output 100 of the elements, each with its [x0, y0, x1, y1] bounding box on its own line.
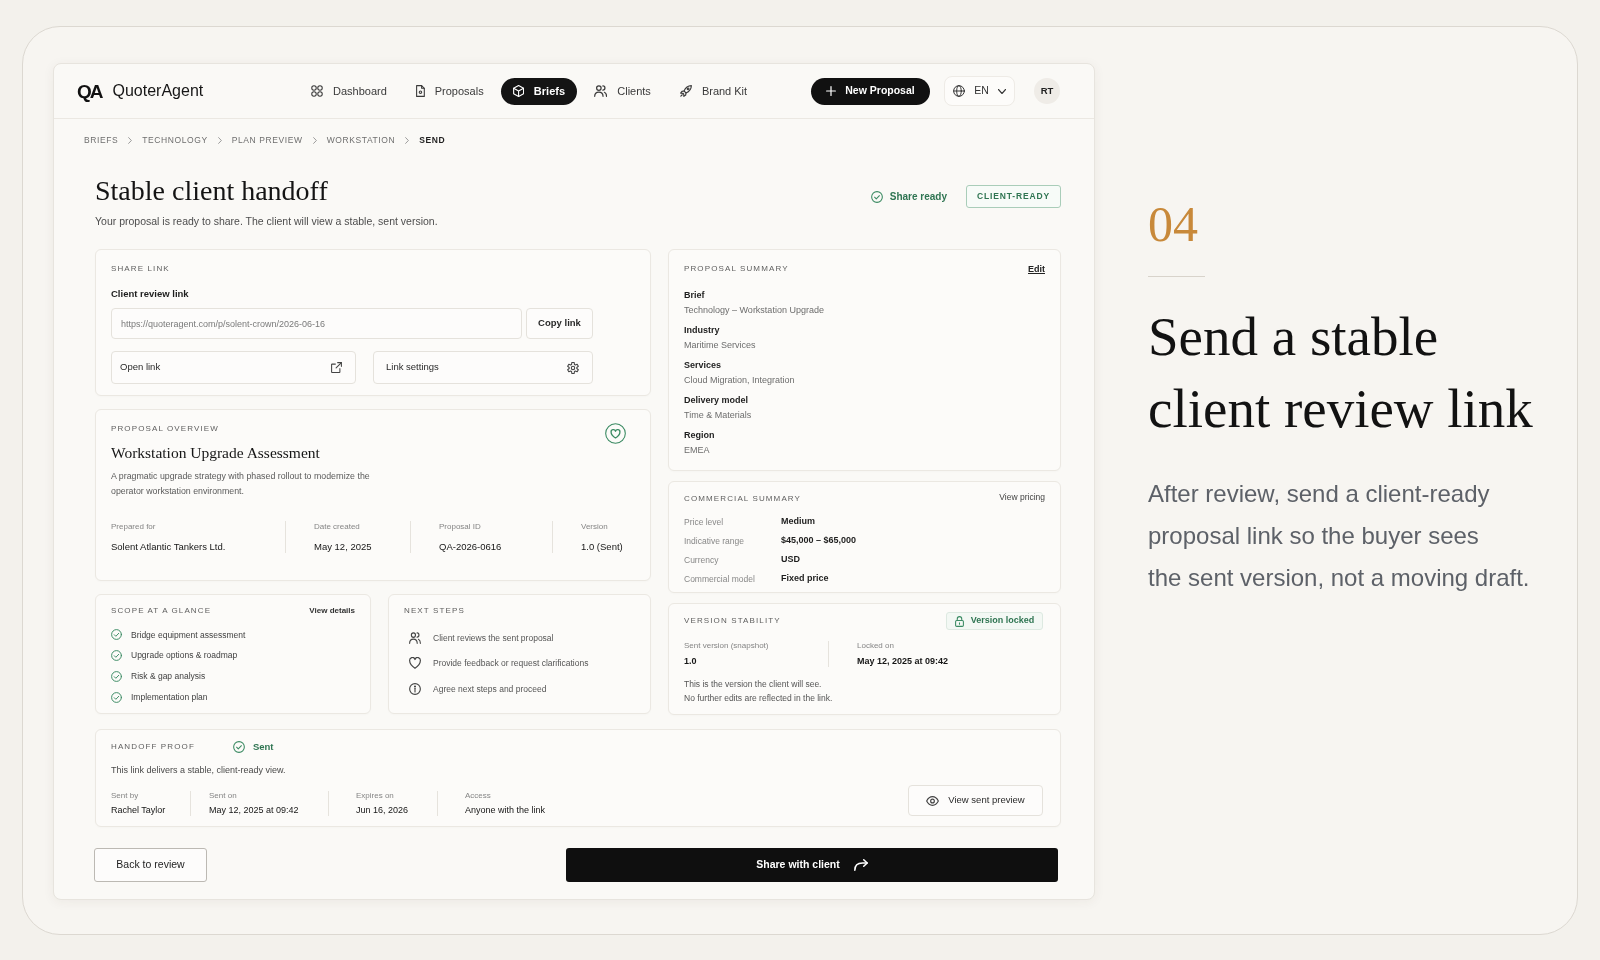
chevron-right-icon [217, 137, 222, 145]
field-value: Technology – Workstation Upgrade [684, 304, 825, 316]
meta-value: Solent Atlantic Tankers Ltd. [111, 541, 227, 553]
info-icon [409, 682, 421, 695]
field-value: Cloud Migration, Integration [684, 374, 796, 386]
nav-tab[interactable]: Dashboard [299, 77, 399, 105]
field-value: Medium [781, 515, 815, 529]
field-value: $45,000 – $65,000 [781, 534, 857, 548]
field-value: EMEA [684, 444, 711, 456]
meta-label: Access [465, 791, 492, 801]
next-step-text: Client reviews the sent proposal [433, 631, 554, 645]
users-icon [409, 631, 421, 644]
field-value: Time & Materials [684, 409, 753, 421]
nav-tab[interactable]: Briefs [500, 77, 578, 105]
share-arrow-icon [853, 859, 868, 871]
plus-icon [826, 86, 837, 96]
meta-label: Proposal ID [439, 521, 482, 532]
status-text: Version locked [970, 614, 1035, 628]
new-proposal-button[interactable]: New Proposal [811, 77, 930, 105]
status-text: Share ready [889, 190, 947, 204]
status-text: Sent [252, 739, 274, 754]
field-label: Industry [684, 324, 721, 336]
section-label: HANDOFF PROOF [111, 742, 195, 752]
nav-tab[interactable]: Clients [582, 77, 663, 105]
chevron-right-icon [128, 137, 133, 145]
note-text: This is the version the client will see. [684, 678, 823, 691]
note-text: No further edits are reflected in the link. [684, 692, 834, 705]
proposal-description: A pragmatic upgrade strategy with phased rollout to modernize the operator workstation environment. [111, 470, 371, 498]
handoff-text: This link delivers a stable, client-ready view. [111, 764, 287, 776]
view-details-link[interactable]: View details [309, 606, 355, 616]
open-link-button[interactable]: Open link [111, 351, 356, 384]
section-label: VERSION STABILITY [684, 616, 781, 626]
meta-label: Expires on [356, 791, 395, 801]
field-value: Fixed price [781, 572, 829, 586]
meta-value: 1.0 [684, 655, 698, 667]
meta-label: Sent by [111, 791, 140, 801]
section-label: NEXT STEPS [404, 606, 466, 616]
meta-label: Prepared for [111, 521, 157, 532]
settings-icon [567, 361, 579, 374]
section-label: PROPOSAL OVERVIEW [111, 423, 219, 434]
field-label: Price level [684, 515, 725, 529]
page-subtitle: Your proposal is ready to share. The client will view a stable, sent version. [95, 214, 438, 228]
field-label: Currency [684, 553, 720, 567]
field-label: Services [684, 359, 723, 371]
meta-label: Locked on [857, 641, 895, 651]
view-pricing-link[interactable]: View pricing [999, 492, 1045, 502]
meta-value: Rachel Taylor [111, 804, 167, 816]
section-label: COMMERCIAL SUMMARY [684, 494, 802, 504]
breadcrumb-link[interactable]: WORKSTATION [326, 135, 396, 147]
eye-icon [926, 795, 940, 806]
next-step-text: Provide feedback or request clarifications [433, 657, 589, 670]
language-selector[interactable]: EN [944, 76, 1015, 106]
brand-name: QuoterAgent [112, 83, 204, 99]
link-settings-button[interactable]: Link settings [373, 351, 593, 384]
lock-icon [954, 615, 964, 627]
meta-value: May 12, 2025 [314, 541, 373, 553]
scope-item: Risk & gap analysis [131, 669, 206, 683]
cube-icon [512, 85, 524, 97]
grid-icon [311, 85, 323, 97]
edit-link[interactable]: Edit [1028, 264, 1045, 274]
user-avatar[interactable]: RT [1034, 78, 1060, 104]
feature-description: After review, send a client-ready proposal link so the buyer sees the sent version, not a moving draft. [1148, 479, 1531, 593]
check-circle-icon [870, 190, 883, 203]
meta-value: QA-2026-0616 [439, 541, 503, 553]
proposal-title: Workstation Upgrade Assessment [111, 443, 321, 463]
field-value: USD [781, 553, 800, 567]
breadcrumb-link[interactable]: TECHNOLOGY [142, 135, 208, 147]
field-label: Indicative range [684, 534, 745, 548]
meta-label: Sent version (snapshot) [684, 641, 770, 651]
check-circle-icon [232, 741, 245, 753]
globe-icon [953, 85, 966, 97]
caret-icon [997, 88, 1006, 94]
back-to-review-button[interactable]: Back to review [94, 848, 207, 882]
users-icon [594, 85, 608, 97]
breadcrumb-link[interactable]: PLAN PREVIEW [231, 135, 303, 147]
nav-tab[interactable]: Brand Kit [667, 77, 760, 105]
copy-link-button[interactable]: Copy link [526, 308, 593, 339]
meta-label: Date created [314, 521, 361, 532]
link-field[interactable]: https://quoteragent.com/p/solent-crown/2026-06-16 [111, 308, 522, 339]
field-label: Region [684, 429, 716, 441]
view-sent-preview-button[interactable]: View sent preview [908, 785, 1043, 816]
scope-item: Upgrade options & roadmap [131, 649, 238, 662]
section-label: SHARE LINK [111, 264, 171, 274]
step-number: 04 [1148, 199, 1199, 249]
next-step-text: Agree next steps and proceed [433, 682, 547, 696]
status-badge: CLIENT-READY [966, 185, 1061, 208]
meta-value: May 12, 2025 at 09:42 [857, 655, 950, 667]
nav-tab[interactable]: Proposals [403, 77, 496, 105]
breadcrumb-link[interactable]: BRIEFS [84, 135, 119, 147]
meta-value: Jun 16, 2026 [356, 804, 410, 816]
external-link-icon [331, 362, 342, 373]
meta-value: 1.0 (Sent) [581, 541, 624, 553]
chevron-right-icon [312, 137, 317, 145]
share-with-client-button[interactable]: Share with client [566, 848, 1058, 882]
feature-heading: Send a stable client review link [1148, 305, 1534, 441]
scope-item: Implementation plan [131, 690, 208, 704]
rocket-icon [679, 85, 692, 97]
meta-value: Anyone with the link [465, 804, 547, 816]
document-icon [415, 85, 425, 97]
chevron-right-icon [405, 137, 410, 145]
